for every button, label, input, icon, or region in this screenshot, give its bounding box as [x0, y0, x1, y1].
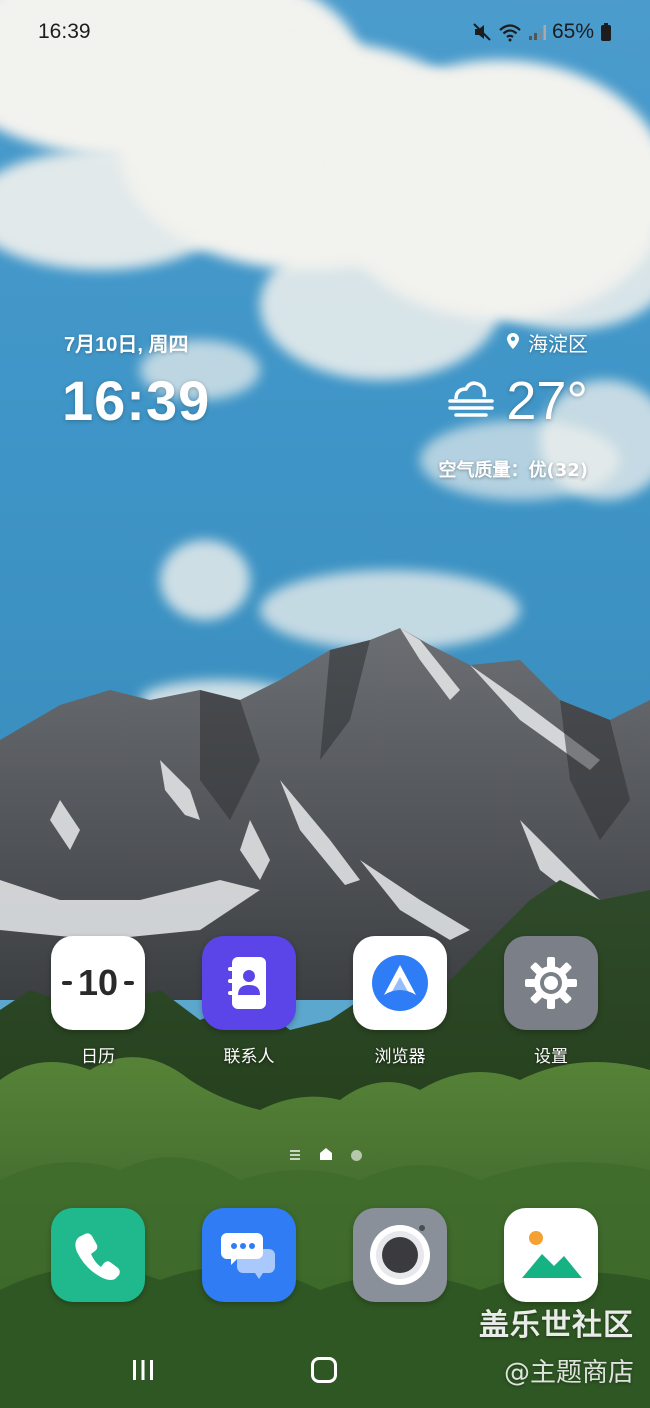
signal-icon	[528, 23, 546, 41]
battery-text: 65%	[551, 20, 594, 43]
temperature: 27°	[506, 371, 588, 431]
location-pin-icon	[506, 331, 520, 355]
contacts-icon	[202, 936, 296, 1030]
calendar-icon: 10	[51, 936, 145, 1030]
wallpaper	[0, 0, 650, 1408]
camera-icon	[353, 1208, 447, 1302]
dock-phone[interactable]	[38, 1208, 158, 1302]
app-calendar[interactable]: 10 日历	[38, 936, 158, 1067]
app-label: 日历	[81, 1047, 115, 1067]
page-dot	[350, 1150, 362, 1161]
settings-icon	[504, 936, 598, 1030]
status-icons: 65%	[472, 20, 612, 44]
wifi-icon	[498, 22, 522, 42]
dock-camera[interactable]	[340, 1208, 460, 1302]
fog-icon	[448, 379, 495, 423]
app-label: 浏览器	[374, 1047, 426, 1067]
status-time: 16:39	[38, 20, 91, 43]
dock-gallery[interactable]	[491, 1208, 611, 1302]
home-page-icon	[319, 1146, 333, 1165]
app-label: 联系人	[223, 1047, 275, 1067]
home-button[interactable]	[311, 1357, 337, 1383]
status-bar: 16:39 65%	[0, 0, 650, 64]
app-settings[interactable]: 设置	[491, 936, 611, 1067]
location-label: 海淀区	[528, 332, 588, 356]
widget-clock[interactable]: 16:39	[62, 368, 210, 433]
browser-icon	[353, 936, 447, 1030]
battery-icon	[600, 22, 612, 42]
menu-lines-icon	[289, 1146, 301, 1165]
app-browser[interactable]: 浏览器	[340, 936, 460, 1067]
widget-weather[interactable]: 27°	[448, 370, 588, 432]
app-label: 设置	[534, 1047, 568, 1067]
watermark-subtitle: @主题商店	[503, 1358, 634, 1388]
mute-icon	[472, 22, 492, 42]
watermark-title: 盖乐世社区	[479, 1308, 634, 1343]
gallery-icon	[504, 1208, 598, 1302]
app-contacts[interactable]: 联系人	[189, 936, 309, 1067]
messages-icon	[202, 1208, 296, 1302]
air-quality: 空气质量：优(32)	[438, 460, 588, 481]
phone-icon	[51, 1208, 145, 1302]
recents-button[interactable]	[130, 1358, 156, 1386]
calendar-day: 10	[77, 962, 119, 1003]
dock-messages[interactable]	[189, 1208, 309, 1302]
widget-location[interactable]: 海淀区	[506, 328, 588, 357]
page-indicator[interactable]	[0, 1146, 650, 1165]
widget-date: 7月10日, 周四	[64, 334, 189, 356]
